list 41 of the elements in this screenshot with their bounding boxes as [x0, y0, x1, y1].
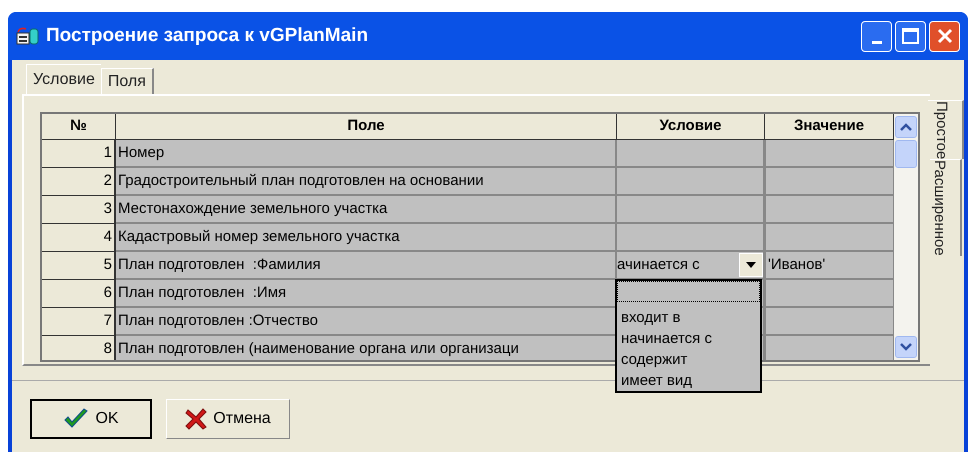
column-header: Значение — [765, 114, 894, 140]
tab[interactable]: Условие — [26, 64, 101, 94]
condition-text[interactable]: ачинается с — [617, 254, 739, 276]
scroll-up-icon[interactable] — [895, 116, 917, 138]
side-tab[interactable]: Простое — [928, 100, 964, 160]
scroll-down-icon[interactable] — [895, 336, 917, 358]
row-number: 2 — [42, 168, 116, 196]
row-number: 8 — [42, 336, 116, 360]
maximize-button[interactable] — [895, 20, 926, 52]
tab[interactable]: Поля — [100, 68, 154, 94]
side-tab[interactable]: Расширенное — [930, 159, 962, 256]
dropdown-option[interactable]: начинается с — [617, 328, 760, 349]
row-number: 1 — [42, 140, 116, 168]
column-header: Условие — [617, 114, 765, 140]
app-icon — [16, 25, 40, 47]
column-header: № — [42, 114, 116, 140]
minimize-button[interactable] — [861, 20, 892, 52]
table-cell: План подготовлен :Имя — [116, 280, 617, 308]
close-button[interactable] — [929, 20, 960, 52]
row-number: 3 — [42, 196, 116, 224]
dropdown-option[interactable] — [617, 281, 760, 302]
table-cell: План подготовлен :Фамилия — [116, 252, 617, 280]
checkmark-icon — [63, 408, 90, 430]
row-number: 7 — [42, 308, 116, 336]
dropdown-option[interactable]: имеет вид — [617, 370, 760, 391]
table-cell: Градостроительный план подготовлен на основании — [116, 168, 617, 196]
table-cell: Местонахождение земельного участка — [116, 196, 617, 224]
table-cell: Кадастровый номер земельного участка — [116, 224, 617, 252]
row-number: 4 — [42, 224, 116, 252]
cross-icon — [185, 408, 208, 430]
window-title: Построение запроса к vGPlanMain — [46, 24, 370, 48]
cancel-button[interactable]: Отмена — [166, 399, 290, 439]
scroll-thumb[interactable] — [895, 140, 917, 168]
row-number: 5 — [42, 252, 116, 280]
ok-button[interactable]: OK — [30, 399, 152, 439]
table-cell: Номер — [116, 140, 617, 168]
column-header: Поле — [116, 114, 617, 140]
dropdown-option[interactable]: содержит — [617, 349, 760, 370]
row-number: 6 — [42, 280, 116, 308]
close-icon — [936, 27, 954, 45]
dropdown-option[interactable]: входит в — [617, 307, 760, 328]
